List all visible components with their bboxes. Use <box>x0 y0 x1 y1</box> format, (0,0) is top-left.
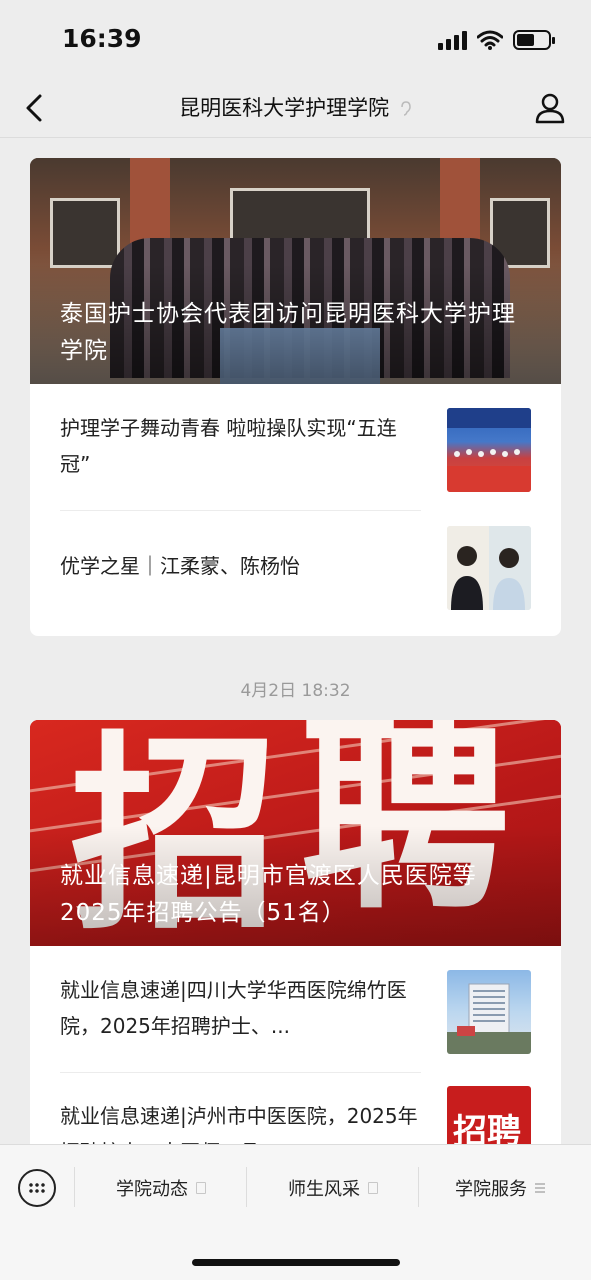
battery-icon <box>513 30 555 50</box>
nav-header: 昆明医科大学护理学院 <box>0 78 591 138</box>
hero-article[interactable]: 泰国护士协会代表团访问昆明医科大学护理学院 <box>30 158 561 384</box>
article-card: 招 聘 就业信息速递|昆明市官渡区人民医院等2025年招聘公告（51名） 就业信… <box>30 720 561 1144</box>
menu-item-label: 师生风采 <box>288 1179 360 1200</box>
list-item[interactable]: 就业信息速递|四川大学华西医院绵竹医院，2025年招聘护士、... <box>30 946 561 1060</box>
profile-icon[interactable] <box>533 90 567 126</box>
article-thumbnail <box>447 970 531 1054</box>
divider <box>74 1167 75 1207</box>
divider <box>418 1167 419 1207</box>
hero-title: 就业信息速递|昆明市官渡区人民医院等2025年招聘公告（51名） <box>60 863 477 926</box>
keyboard-icon[interactable] <box>18 1169 56 1207</box>
doc-icon <box>368 1182 378 1194</box>
divider <box>246 1167 247 1207</box>
page-title-text: 昆明医科大学护理学院 <box>179 96 390 120</box>
menu-item-college-news[interactable]: 学院动态 <box>76 1161 246 1215</box>
hero-article[interactable]: 招 聘 就业信息速递|昆明市官渡区人民医院等2025年招聘公告（51名） <box>30 720 561 946</box>
status-bar: 16:39 <box>0 0 591 78</box>
menu-item-label: 学院动态 <box>116 1179 188 1200</box>
article-thumbnail: 招聘 <box>447 1086 531 1144</box>
article-title: 就业信息速递|四川大学华西医院绵竹医院，2025年招聘护士、... <box>60 978 407 1038</box>
menu-item-label: 学院服务 <box>455 1179 527 1200</box>
menu-item-teachers-students[interactable]: 师生风采 <box>248 1161 418 1215</box>
article-card: 泰国护士协会代表团访问昆明医科大学护理学院 护理学子舞动青春 啦啦操队实现“五连… <box>30 158 561 636</box>
article-title: 优学之星｜江柔蒙、陈杨怡 <box>60 554 300 578</box>
timestamp: 4月2日 18:32 <box>240 681 351 701</box>
menu-icon <box>535 1183 545 1193</box>
wifi-icon <box>477 30 503 50</box>
list-item[interactable]: 优学之星｜江柔蒙、陈杨怡 <box>30 510 561 624</box>
list-item[interactable]: 就业信息速递|泸州市中医医院，2025年招聘护士、中医师、骨... 招聘 <box>30 1072 561 1144</box>
article-title: 护理学子舞动青春 啦啦操队实现“五连冠” <box>60 416 397 476</box>
ear-icon <box>401 101 411 116</box>
hero-title: 泰国护士协会代表团访问昆明医科大学护理学院 <box>60 301 516 364</box>
list-item[interactable]: 护理学子舞动青春 啦啦操队实现“五连冠” <box>30 384 561 498</box>
page-title: 昆明医科大学护理学院 <box>0 92 591 122</box>
article-title: 就业信息速递|泸州市中医医院，2025年招聘护士、中医师、骨... <box>60 1104 418 1144</box>
article-thumbnail <box>447 408 531 492</box>
status-icons <box>438 28 555 52</box>
menu-item-college-services[interactable]: 学院服务 <box>420 1161 580 1215</box>
doc-icon <box>196 1182 206 1194</box>
home-indicator[interactable] <box>192 1259 400 1266</box>
article-thumbnail <box>447 526 531 610</box>
bottom-menu: 学院动态 师生风采 学院服务 <box>0 1144 591 1280</box>
status-time: 16:39 <box>62 24 142 53</box>
signal-icon <box>438 30 467 50</box>
article-feed[interactable]: 泰国护士协会代表团访问昆明医科大学护理学院 护理学子舞动青春 啦啦操队实现“五连… <box>0 138 591 1144</box>
thumbnail-text: 招聘 <box>453 1112 521 1144</box>
